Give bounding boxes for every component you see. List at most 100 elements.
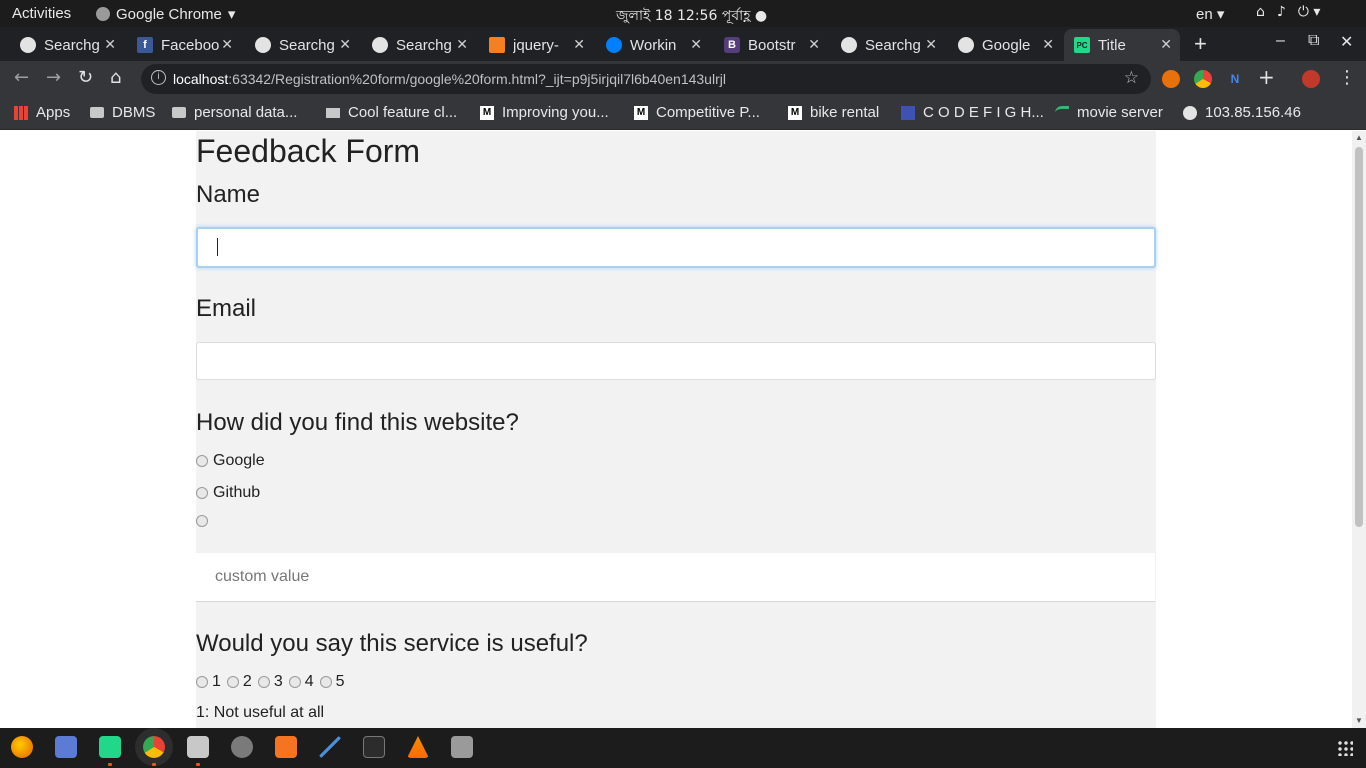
close-icon[interactable]: ✕ — [808, 36, 820, 53]
scale-label: 5 — [335, 673, 345, 690]
extension-icon[interactable] — [1162, 70, 1180, 88]
tab-title: Searchg — [279, 36, 335, 54]
pycharm-icon[interactable] — [99, 736, 121, 758]
scale-option[interactable]: 3 — [257, 673, 283, 691]
chevron-down-icon: ▾ — [227, 6, 236, 23]
close-icon[interactable]: ✕ — [573, 36, 585, 53]
radio-button[interactable] — [257, 676, 270, 688]
close-icon[interactable]: ✕ — [221, 36, 233, 53]
add-extension-icon[interactable]: + — [1258, 65, 1275, 89]
firefox-icon[interactable] — [11, 736, 33, 758]
tab[interactable]: Google ✕ — [938, 29, 1062, 61]
app-menu[interactable]: Google Chrome ▾ — [96, 5, 235, 23]
image-viewer-icon[interactable] — [451, 736, 473, 758]
info-icon[interactable]: i — [151, 70, 166, 85]
radio-option-google[interactable]: Google — [196, 452, 265, 470]
tab[interactable]: B Bootstr ✕ — [704, 29, 828, 61]
terminal-icon[interactable] — [363, 736, 385, 758]
bookmark-item[interactable]: C O D E F I G H... — [901, 104, 1044, 121]
bookmark-item[interactable]: Cool feature cl... — [326, 104, 457, 121]
tab[interactable]: jquery- ✕ — [469, 29, 593, 61]
activities-button[interactable]: Activities — [12, 5, 71, 22]
email-field[interactable] — [196, 342, 1156, 380]
bookmark-item[interactable]: DBMS — [90, 104, 155, 121]
radio-button[interactable] — [226, 676, 239, 688]
tab-active[interactable]: PC Title ✕ — [1064, 29, 1180, 61]
close-window-icon[interactable]: ✕ — [1340, 32, 1353, 52]
close-icon[interactable]: ✕ — [1160, 36, 1172, 53]
system-status-menu[interactable]: ⌂ ♪ ⏻ ▾ — [1256, 4, 1320, 20]
bookmark-label: 103.85.156.46 — [1205, 104, 1301, 121]
scale-option[interactable]: 2 — [226, 673, 252, 691]
search-icon[interactable] — [231, 736, 253, 758]
scroll-up-icon[interactable]: ▲ — [1355, 133, 1363, 142]
extension-icon[interactable] — [1194, 70, 1212, 88]
radio-button[interactable] — [196, 487, 208, 499]
forward-button[interactable]: → — [46, 67, 61, 88]
radio-button[interactable] — [319, 676, 332, 688]
radio-option-custom[interactable] — [196, 515, 213, 527]
new-tab-button[interactable]: + — [1194, 31, 1207, 57]
home-button[interactable]: ⌂ — [110, 67, 121, 88]
screenshot-icon[interactable] — [55, 736, 77, 758]
extension-icon[interactable]: N — [1226, 70, 1244, 88]
reload-button[interactable]: ↻ — [78, 67, 93, 88]
scale-option[interactable]: 1 — [196, 673, 221, 691]
avatar[interactable] — [1302, 70, 1320, 88]
page-scrollbar[interactable]: ▲ ▼ — [1352, 131, 1366, 728]
files-icon[interactable] — [187, 736, 209, 758]
menu-kebab-icon[interactable]: ⋮ — [1338, 67, 1356, 88]
url-path: :63342/Registration%20form/google%20form… — [228, 71, 726, 87]
radio-option-github[interactable]: Github — [196, 484, 260, 502]
pen-icon[interactable] — [319, 736, 341, 758]
bookmark-item[interactable]: movie server — [1055, 104, 1163, 121]
software-center-icon[interactable] — [275, 736, 297, 758]
vlc-icon[interactable] — [407, 736, 429, 758]
tab[interactable]: Searchg ✕ — [235, 29, 359, 61]
close-icon[interactable]: ✕ — [339, 36, 351, 53]
scale-label: 1 — [212, 673, 221, 690]
radio-button[interactable] — [196, 455, 208, 467]
tab[interactable]: Searchg ✕ — [352, 29, 476, 61]
language-label: en — [1196, 6, 1213, 23]
bookmark-item[interactable]: M Competitive P... — [634, 104, 760, 121]
bookmark-item[interactable]: Mbike rental — [788, 104, 879, 121]
apps-grid-icon — [14, 105, 28, 120]
running-indicator — [108, 763, 112, 766]
bookmark-item[interactable]: Apps — [14, 104, 70, 121]
language-selector[interactable]: en ▾ — [1196, 5, 1224, 23]
custom-value-input[interactable]: custom value — [196, 553, 1155, 602]
radio-button[interactable] — [288, 676, 301, 688]
show-applications-icon[interactable] — [1337, 740, 1353, 756]
scroll-down-icon[interactable]: ▼ — [1355, 716, 1363, 725]
tab[interactable]: Searchg ✕ — [821, 29, 945, 61]
bookmark-star-icon[interactable]: ☆ — [1124, 68, 1139, 88]
minimize-icon[interactable]: – — [1276, 32, 1285, 50]
tab[interactable]: Searchg ✕ — [0, 29, 124, 61]
close-icon[interactable]: ✕ — [104, 36, 116, 53]
back-button[interactable]: ← — [14, 67, 29, 88]
chrome-icon[interactable] — [143, 736, 165, 758]
tab[interactable]: Workin ✕ — [586, 29, 710, 61]
bookmark-item[interactable]: 103.85.156.46 — [1183, 104, 1301, 121]
email-label: Email — [196, 295, 257, 322]
radio-button[interactable] — [196, 676, 208, 688]
close-icon[interactable]: ✕ — [456, 36, 468, 53]
tab[interactable]: f Faceboo ✕ — [117, 29, 241, 61]
scrollbar-thumb[interactable] — [1355, 147, 1363, 527]
page-icon — [326, 107, 340, 118]
bookmark-item[interactable]: personal data... — [172, 104, 297, 121]
network-icon: ⌂ — [1256, 4, 1265, 20]
restore-icon[interactable]: ⧉ — [1308, 32, 1319, 50]
close-icon[interactable]: ✕ — [690, 36, 702, 53]
clock[interactable]: জুলাই 18 12:56 পূর্বাহ্ণ ● — [616, 4, 767, 28]
name-input[interactable] — [196, 227, 1156, 268]
bookmark-item[interactable]: M Improving you... — [480, 104, 609, 121]
scale-option[interactable]: 4 — [288, 673, 314, 691]
close-icon[interactable]: ✕ — [1042, 36, 1054, 53]
close-icon[interactable]: ✕ — [925, 36, 937, 53]
radio-button[interactable] — [196, 515, 208, 527]
address-bar[interactable]: i localhost:63342/Registration%20form/go… — [141, 64, 1151, 94]
globe-icon — [841, 37, 857, 53]
scale-option[interactable]: 5 — [319, 673, 345, 691]
